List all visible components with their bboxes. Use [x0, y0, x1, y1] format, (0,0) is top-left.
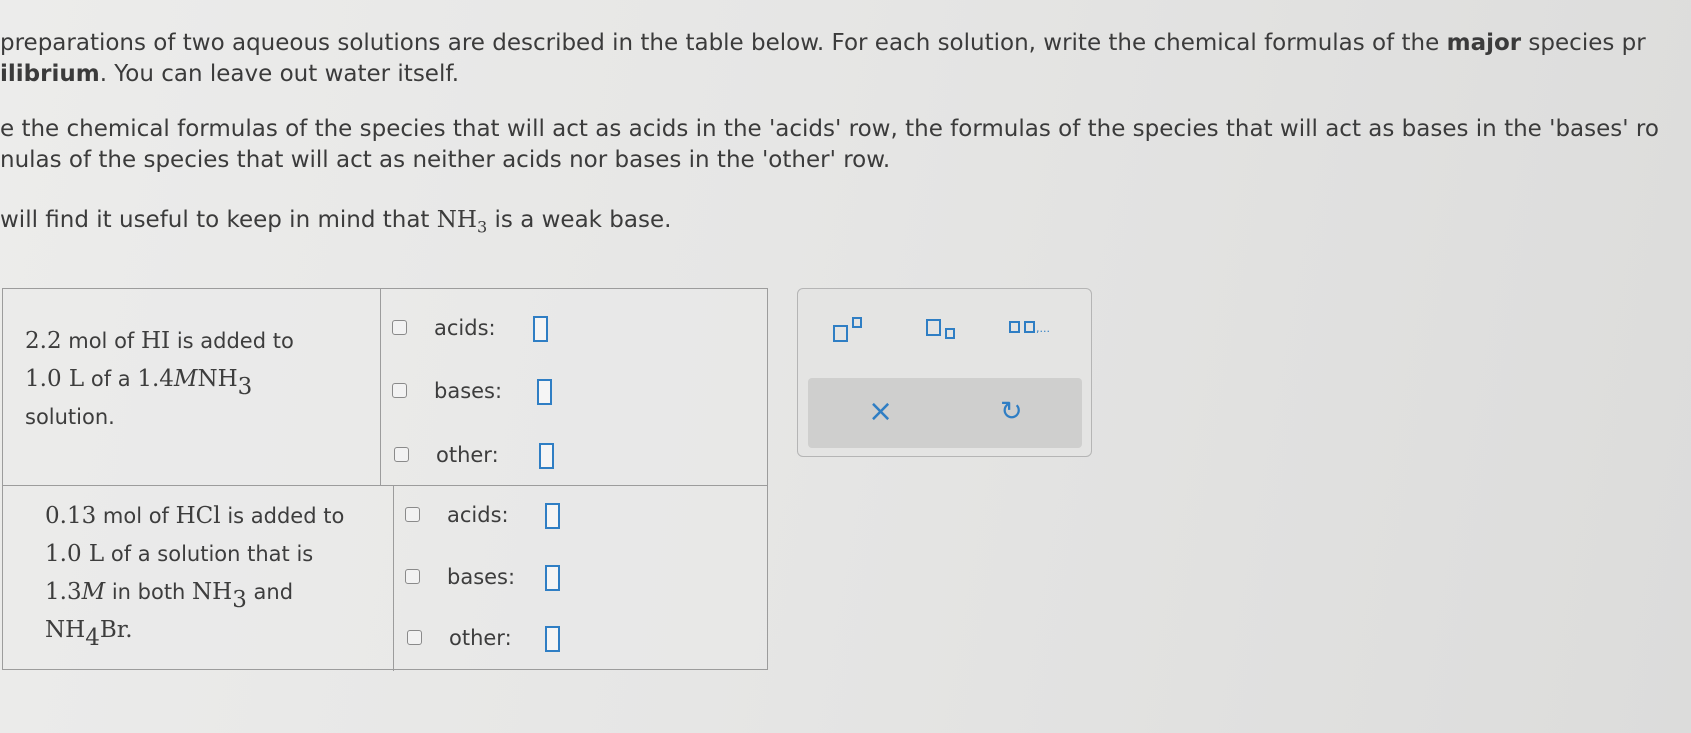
acids-label: acids:	[447, 503, 509, 527]
desc-text: solution.	[25, 405, 115, 429]
superscript-exponent-icon	[852, 317, 862, 328]
action-bar: × ↻	[808, 378, 1082, 448]
other-checkbox[interactable]	[394, 447, 409, 462]
concentration: 1.3	[45, 579, 82, 605]
formula-nh3: NH	[192, 579, 233, 605]
table-row-solution-1: 2.2 mol of HI is added to 1.0 L of a 1.4…	[3, 289, 767, 486]
undo-icon[interactable]: ↻	[1000, 392, 1023, 432]
molar-unit: M	[81, 579, 106, 605]
acids-answer-box[interactable]	[533, 316, 548, 342]
formula-hcl: HCl	[175, 503, 221, 529]
species-table: 2.2 mol of HI is added to 1.0 L of a 1.4…	[2, 288, 768, 671]
acids-checkbox[interactable]	[392, 320, 407, 335]
table-row-solution-2: 0.13 mol of HCl is added to 1.0 L of a s…	[3, 485, 767, 671]
column-divider	[393, 485, 394, 671]
formula-hi: HI	[140, 328, 171, 354]
desc-text: and	[246, 580, 294, 604]
formula-nh3: NH	[197, 366, 238, 392]
instr-text: will find it useful to keep in mind that	[0, 207, 437, 233]
instr-bold-major: major	[1446, 30, 1522, 56]
list-item-icon	[1024, 321, 1035, 333]
instructions-paragraph-1: preparations of two aqueous solutions ar…	[0, 28, 1646, 90]
formula-subscript: 3	[237, 374, 253, 401]
desc-text: in both	[105, 580, 193, 604]
solution-2-description: 0.13 mol of HCl is added to 1.0 L of a s…	[45, 497, 345, 652]
bases-label: bases:	[447, 565, 516, 589]
column-divider	[380, 289, 381, 485]
instr-bold-equilibrium: ilibrium	[0, 61, 100, 87]
desc-text: of a solution that is	[104, 542, 314, 566]
instr-text: is a weak base.	[487, 207, 672, 233]
desc-text: of a	[84, 367, 138, 391]
other-label: other:	[436, 443, 499, 467]
desc-text: is added to	[170, 329, 294, 353]
formula-subscript: 3	[232, 587, 247, 614]
instructions-hint: will find it useful to keep in mind that…	[0, 205, 671, 236]
other-answer-box[interactable]	[539, 443, 554, 469]
acids-answer-box[interactable]	[545, 503, 560, 529]
amount: 2.2	[25, 328, 62, 354]
instructions-paragraph-2: e the chemical formulas of the species t…	[0, 114, 1659, 176]
subscript-index-icon	[945, 328, 955, 339]
bases-answer-box[interactable]	[537, 379, 552, 405]
clear-icon[interactable]: ×	[868, 392, 893, 432]
acids-checkbox[interactable]	[405, 507, 420, 522]
concentration: 1.4	[137, 366, 174, 392]
formula-text: Br.	[99, 617, 133, 643]
molar-unit: M	[173, 366, 198, 392]
formula-subscript: 3	[476, 217, 488, 237]
bases-checkbox[interactable]	[392, 383, 407, 398]
solution-1-description: 2.2 mol of HI is added to 1.0 L of a 1.4…	[25, 322, 294, 436]
bases-answer-box[interactable]	[545, 565, 560, 591]
instr-text: e the chemical formulas of the species t…	[0, 116, 1659, 142]
instr-text: . You can leave out water itself.	[99, 61, 460, 87]
subscript-button[interactable]	[926, 317, 966, 343]
desc-text: mol of	[96, 504, 176, 528]
subscript-base-icon	[926, 319, 941, 336]
formula-nh3: NH3	[436, 207, 487, 235]
list-item-icon	[1009, 321, 1020, 333]
volume: 1.0 L	[25, 366, 85, 392]
bases-label: bases:	[434, 379, 503, 403]
formula-text: NH	[436, 207, 477, 233]
superscript-button[interactable]	[833, 317, 873, 343]
list-button[interactable]: ,...	[1009, 317, 1069, 343]
desc-text: is added to	[220, 504, 345, 528]
formula-subscript: 4	[85, 625, 100, 652]
acids-label: acids:	[434, 316, 496, 340]
desc-text: mol of	[61, 329, 141, 353]
amount: 0.13	[45, 503, 97, 529]
instr-text: nulas of the species that will act as ne…	[0, 147, 891, 173]
bases-checkbox[interactable]	[405, 569, 420, 584]
other-answer-box[interactable]	[545, 626, 560, 652]
list-ellipsis: ,...	[1036, 322, 1050, 335]
instr-text: preparations of two aqueous solutions ar…	[0, 30, 1447, 56]
other-label: other:	[449, 626, 512, 650]
formula-nh4br: NH	[45, 617, 86, 643]
other-checkbox[interactable]	[407, 630, 422, 645]
math-toolbar: ,... × ↻	[797, 288, 1092, 457]
volume: 1.0 L	[45, 541, 105, 567]
instr-text: species pr	[1521, 30, 1646, 56]
superscript-base-icon	[833, 325, 848, 342]
